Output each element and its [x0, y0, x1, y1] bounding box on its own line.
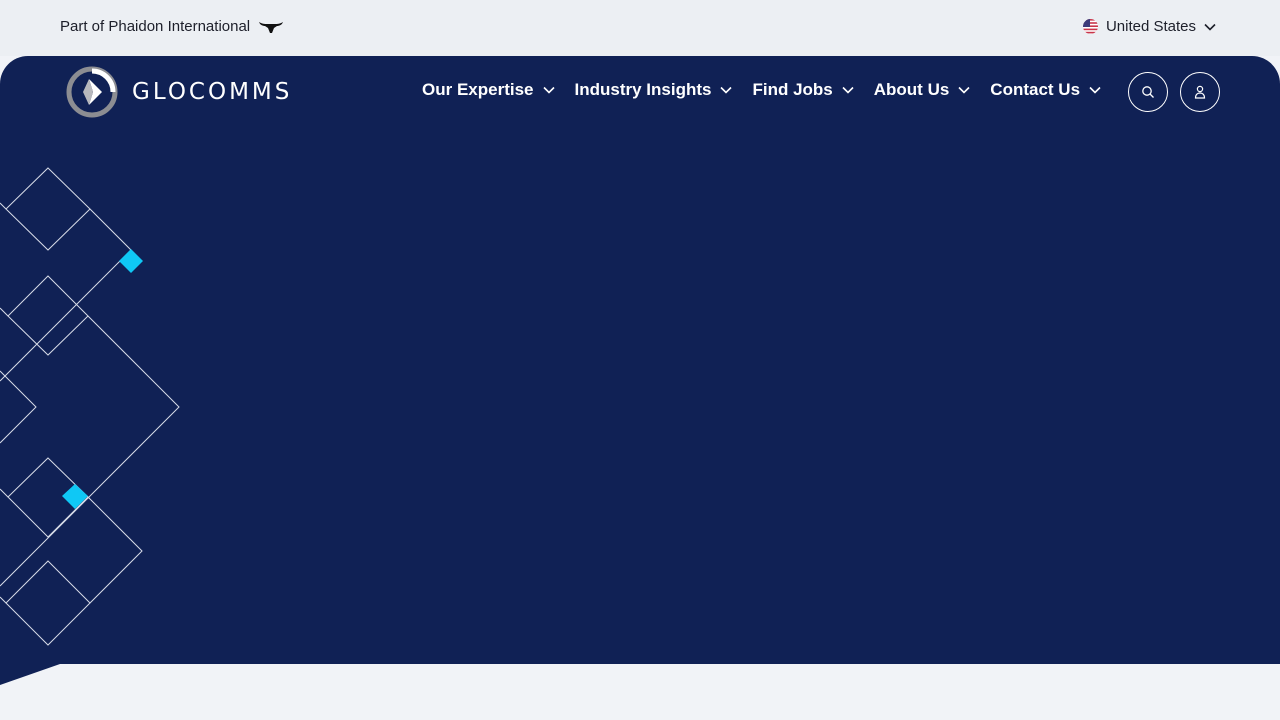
nav-label: Find Jobs: [752, 80, 833, 99]
nav-label: Our Expertise: [422, 80, 534, 99]
nav-industry-insights[interactable]: Industry Insights: [575, 80, 733, 100]
chevron-down-icon: [720, 86, 733, 94]
parent-company-label: Part of Phaidon International: [60, 18, 251, 35]
chevron-down-icon: [542, 86, 555, 94]
chevron-down-icon: [842, 86, 854, 94]
phaidon-international-link[interactable]: Part of Phaidon International: [60, 18, 284, 35]
search-button[interactable]: [1128, 72, 1168, 112]
us-flag-icon: [1082, 19, 1098, 34]
bull-icon: [259, 21, 284, 33]
nav-find-jobs[interactable]: Find Jobs: [752, 80, 854, 100]
user-icon: [1194, 85, 1206, 99]
search-icon: [1142, 86, 1154, 98]
nav-about-us[interactable]: About Us: [874, 80, 971, 100]
nav-our-expertise[interactable]: Our Expertise: [422, 80, 555, 100]
accent-diamond: [119, 249, 143, 273]
chevron-down-icon: [1204, 23, 1216, 31]
hero-corner-cut: [0, 664, 60, 685]
chevron-down-icon: [1089, 86, 1101, 94]
diamond-pattern-decoration: [0, 167, 180, 685]
nav-label: About Us: [873, 80, 950, 99]
top-bar: Part of Phaidon International United Sta…: [0, 0, 1280, 56]
nav-contact-us[interactable]: Contact Us: [990, 80, 1101, 100]
region-label: United States: [1105, 18, 1196, 35]
nav-label: Contact Us: [990, 80, 1081, 99]
chevron-down-icon: [958, 86, 970, 94]
region-selector[interactable]: United States: [1082, 18, 1216, 35]
nav-label: Industry Insights: [574, 80, 712, 99]
account-button[interactable]: [1180, 72, 1220, 112]
main-nav: Our Expertise Industry Insights Find Job…: [422, 80, 1121, 100]
accent-diamond: [62, 484, 88, 509]
